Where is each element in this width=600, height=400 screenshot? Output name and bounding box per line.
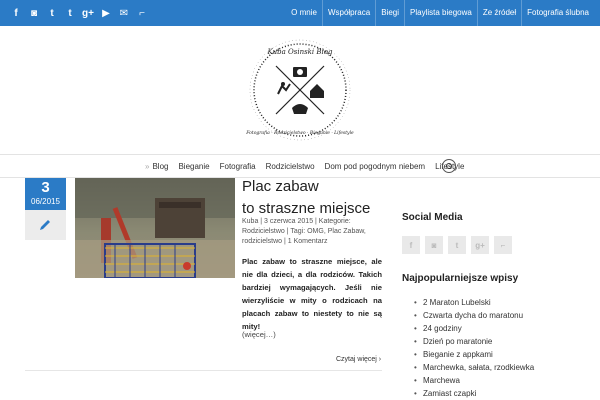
popular-posts-title: Najpopularniejsze wpisy [402,273,519,284]
popular-post-item[interactable]: 24 godziny [414,322,534,335]
tumblr-icon[interactable]: t [64,7,76,19]
top-nav-fotografia-slubna[interactable]: Fotografia ślubna [521,0,594,26]
pencil-icon [40,220,50,230]
post-date-badge: 3 06/2015 [25,178,66,210]
nav-item-blog[interactable]: Blog [140,162,173,171]
popular-post-item[interactable]: Dzień po maratonie [414,335,534,348]
post-month-year: 06/2015 [31,197,60,206]
logo-text: Kuba Osinski Blog [267,48,333,56]
post-meta: Kuba | 3 czerwca 2015 | Kategorie: Rodzi… [242,218,366,245]
googleplus-icon[interactable]: g+ [471,236,489,254]
logo-emblem: Kuba Osinski Blog Fotografia · Rodziciel… [245,39,354,141]
youtube-icon[interactable]: ▶ [100,7,112,19]
logo-bottom-text: Fotografia · Rodzicielstwo · Bieganie · … [245,130,354,136]
social-media-title: Social Media [402,212,463,223]
googleplus-icon[interactable]: g+ [82,7,94,19]
more-link[interactable]: (więcej…) [242,330,276,339]
popular-post-item[interactable]: Zamiast czapki [414,387,534,400]
popular-posts-list: 2 Maraton Lubelski Czwarta dycha do mara… [414,296,534,400]
post-title[interactable]: Plac zabaw to straszne miejsce [242,176,392,220]
top-nav-playlista[interactable]: Playlista biegowa [404,0,477,26]
post-thumbnail[interactable] [75,178,235,278]
facebook-icon[interactable]: f [10,7,22,19]
post-title-line1[interactable]: Plac zabaw [242,176,392,198]
post-format-box[interactable] [25,210,66,240]
read-more-link[interactable]: Czytaj więcej › [336,356,381,363]
popular-post-item[interactable]: Bieganie z appkami [414,348,534,361]
popular-post-item[interactable]: 2 Maraton Lubelski [414,296,534,309]
post-excerpt: Plac zabaw to straszne miejsce, ale nie … [242,257,382,331]
rss-icon[interactable]: ⌐ [494,236,512,254]
search-icon[interactable] [442,159,456,173]
facebook-icon[interactable]: f [402,236,420,254]
popular-post-item[interactable]: Marchewa [414,374,534,387]
site-logo[interactable]: Kuba Osinski Blog Fotografia · Rodziciel… [244,34,356,146]
nav-item-bieganie[interactable]: Bieganie [173,162,214,171]
top-bar: f ◙ t t g+ ▶ ✉ ⌐ O mnie Współpraca Biegi… [0,0,600,26]
popular-post-item[interactable]: Marchewka, sałata, rzodkiewka [414,361,534,374]
social-links: f ◙ t t g+ ▶ ✉ ⌐ [10,0,148,26]
top-nav-biegi[interactable]: Biegi [375,0,404,26]
popular-post-item[interactable]: Czwarta dycha do maratonu [414,309,534,322]
instagram-icon[interactable]: ◙ [425,236,443,254]
nav-item-dom[interactable]: Dom pod pogodnym niebem [320,162,431,171]
top-nav-wspolpraca[interactable]: Współpraca [321,0,375,26]
twitter-icon[interactable]: t [46,7,58,19]
rss-icon[interactable]: ⌐ [136,7,148,19]
twitter-icon[interactable]: t [448,236,466,254]
post-day: 3 [41,179,50,196]
sidebar-social-icons: f ◙ t g+ ⌐ [402,236,512,254]
nav-item-rodzicielstwo[interactable]: Rodzicielstwo [261,162,320,171]
nav-item-fotografia[interactable]: Fotografia [215,162,261,171]
post-divider [25,370,382,371]
top-nav-ze-zrodel[interactable]: Ze źródeł [476,0,521,26]
instagram-icon[interactable]: ◙ [28,7,40,19]
email-icon[interactable]: ✉ [118,7,130,19]
top-nav: O mnie Współpraca Biegi Playlista biegow… [286,0,594,26]
main-nav: Blog Bieganie Fotografia Rodzicielstwo D… [0,154,600,178]
top-nav-o-mnie[interactable]: O mnie [286,0,322,26]
